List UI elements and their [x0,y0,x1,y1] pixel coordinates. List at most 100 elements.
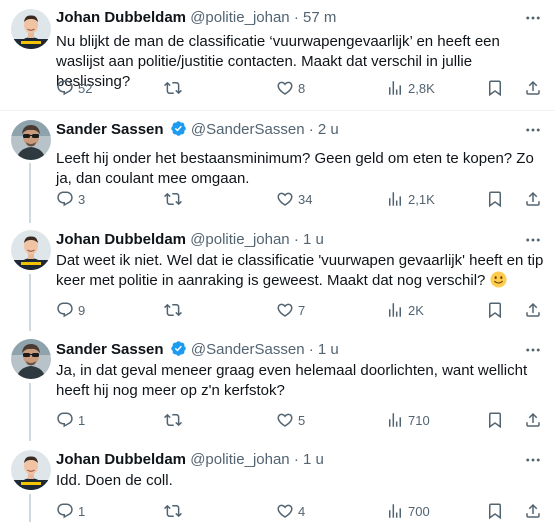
bookmark-button[interactable] [486,300,504,320]
heart-outline-icon [277,504,293,518]
more-dots-icon[interactable] [524,341,542,359]
replies-count: 9 [78,302,86,318]
bookmark-icon [489,412,501,429]
views-button[interactable]: 2,8K [386,78,435,98]
views-button[interactable]: 2K [386,300,424,320]
tweet-text: Ja, in dat geval meneer graag even helem… [56,362,528,399]
like-button[interactable]: 8 [276,78,305,98]
avatar[interactable] [11,450,51,490]
bookmark-button[interactable] [486,410,504,430]
tweet-header: Sander Sassen @SanderSassen · 1 u [56,340,339,360]
like-button[interactable]: 5 [276,410,305,430]
bookmark-icon [489,191,501,208]
tweet-text: Leeft hij onder het bestaansminimum? Gee… [56,150,534,187]
more-dots-icon[interactable] [524,9,542,27]
author-name[interactable]: Sander Sassen [56,341,164,358]
thread-line [29,163,31,223]
retweet-arrows-icon [164,303,182,317]
more-dots-icon [526,238,540,242]
more-dots-icon[interactable] [524,451,542,469]
author-handle[interactable]: @politie_johan [190,231,289,248]
share-upload-icon [526,302,540,317]
bookmark-icon [489,302,501,319]
share-button[interactable] [524,300,542,320]
bar-chart-icon [389,303,401,317]
views-button[interactable]: 710 [386,410,430,430]
tweet-5[interactable]: Johan Dubbeldam @politie_johan · 1 u Idd… [0,442,555,522]
bookmark-button[interactable] [486,78,504,98]
avatar[interactable] [11,120,51,160]
timestamp[interactable]: · 1 u [294,451,324,468]
views-count: 700 [408,503,430,519]
likes-count: 34 [298,191,313,207]
reply-button[interactable]: 9 [56,300,85,320]
speech-bubble-icon [57,80,73,96]
tweet-2[interactable]: Sander Sassen @SanderSassen · 2 u Leeft … [0,111,555,223]
tweet-text-body: Dat weet ik niet. Wel dat ie classificat… [56,252,544,289]
author-handle[interactable]: @SanderSassen [191,121,305,138]
share-upload-icon [526,191,540,206]
bar-chart-icon [389,81,401,95]
share-button[interactable] [524,78,542,98]
avatar[interactable] [11,339,51,379]
heart-outline-icon [277,303,293,317]
replies-count: 52 [78,80,93,96]
more-dots-icon[interactable] [524,231,542,249]
speech-bubble-icon [57,191,73,207]
retweet-button[interactable] [164,300,186,320]
share-button[interactable] [524,501,542,521]
bookmark-button[interactable] [486,189,504,209]
reply-button[interactable]: 3 [56,189,85,209]
share-upload-icon [526,412,540,427]
tweet-header: Johan Dubbeldam @politie_johan · 1 u [56,230,324,250]
author-name[interactable]: Sander Sassen [56,121,164,138]
more-dots-icon[interactable] [524,121,542,139]
verified-badge-icon [170,341,186,356]
reply-button[interactable]: 1 [56,501,85,521]
author-handle[interactable]: @politie_johan [190,451,289,468]
share-upload-icon [526,503,540,518]
heart-outline-icon [277,413,293,427]
replies-count: 1 [78,412,86,428]
bookmark-button[interactable] [486,501,504,521]
reply-button[interactable]: 52 [56,78,92,98]
retweet-button[interactable] [164,410,186,430]
timestamp[interactable]: · 1 u [309,341,339,358]
views-button[interactable]: 700 [386,501,430,521]
author-name[interactable]: Johan Dubbeldam [56,9,186,26]
slightly-smiling-face-emoji [490,271,507,288]
author-handle[interactable]: @SanderSassen [191,341,305,358]
bar-chart-icon [389,192,401,206]
timestamp[interactable]: · 1 u [294,231,324,248]
replies-count: 1 [78,503,86,519]
views-count: 2,8K [408,80,435,96]
retweet-button[interactable] [164,189,186,209]
like-button[interactable]: 34 [276,189,312,209]
tweet-header: Johan Dubbeldam @politie_johan · 57 m [56,8,336,28]
tweet-1[interactable]: Johan Dubbeldam @politie_johan · 57 m Nu… [0,0,555,104]
retweet-button[interactable] [164,501,186,521]
reply-button[interactable]: 1 [56,410,85,430]
like-button[interactable]: 4 [276,501,305,521]
author-name[interactable]: Johan Dubbeldam [56,231,186,248]
share-button[interactable] [524,410,542,430]
share-button[interactable] [524,189,542,209]
likes-count: 4 [298,503,306,519]
like-button[interactable]: 7 [276,300,305,320]
bar-chart-icon [389,413,401,427]
tweet-4[interactable]: Sander Sassen @SanderSassen · 1 u Ja, in… [0,331,555,441]
avatar[interactable] [11,9,51,49]
tweet-actions: 1 4 700 [56,501,546,521]
timestamp[interactable]: · 57 m [294,9,337,26]
views-count: 2K [408,302,424,318]
author-handle[interactable]: @politie_johan [190,9,289,26]
tweet-header: Sander Sassen @SanderSassen · 2 u [56,120,339,140]
retweet-button[interactable] [164,78,186,98]
retweet-arrows-icon [164,81,182,95]
retweet-arrows-icon [164,504,182,518]
author-name[interactable]: Johan Dubbeldam [56,451,186,468]
tweet-3[interactable]: Johan Dubbeldam @politie_johan · 1 u Dat… [0,222,555,331]
timestamp[interactable]: · 2 u [309,121,339,138]
avatar[interactable] [11,230,51,270]
views-button[interactable]: 2,1K [386,189,435,209]
